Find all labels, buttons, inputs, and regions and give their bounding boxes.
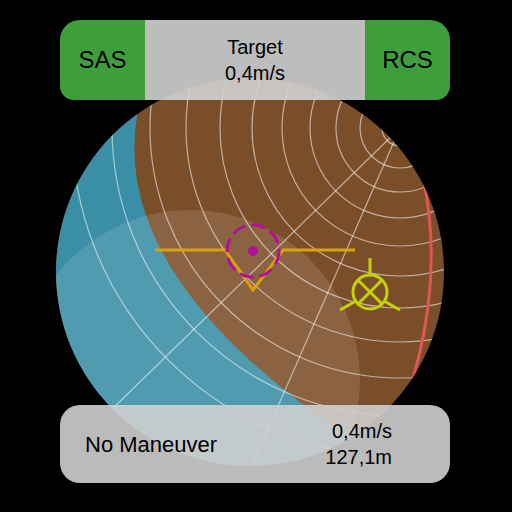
- rcs-label: RCS: [382, 42, 433, 78]
- speed-mode: Target: [227, 34, 283, 60]
- navball-screen: SASTarget0,4m/sRCS No Maneuver0,4m/s127,…: [0, 0, 512, 512]
- rcs-button[interactable]: RCS: [365, 20, 450, 100]
- top-bar: SAS Target0,4m/s RCS: [60, 20, 450, 100]
- maneuver-panel: No Maneuver 0,4m/s127,1m: [60, 405, 450, 483]
- sas-label: SAS: [78, 42, 126, 78]
- delta-v: 0,4m/s: [332, 418, 392, 444]
- sas-button[interactable]: SAS: [60, 20, 145, 100]
- maneuver-label: No Maneuver: [85, 428, 217, 461]
- maneuver-values: 0,4m/s127,1m: [325, 418, 392, 470]
- speed-display[interactable]: Target0,4m/s: [145, 20, 365, 100]
- speed-value: 0,4m/s: [225, 60, 285, 86]
- distance: 127,1m: [325, 444, 392, 470]
